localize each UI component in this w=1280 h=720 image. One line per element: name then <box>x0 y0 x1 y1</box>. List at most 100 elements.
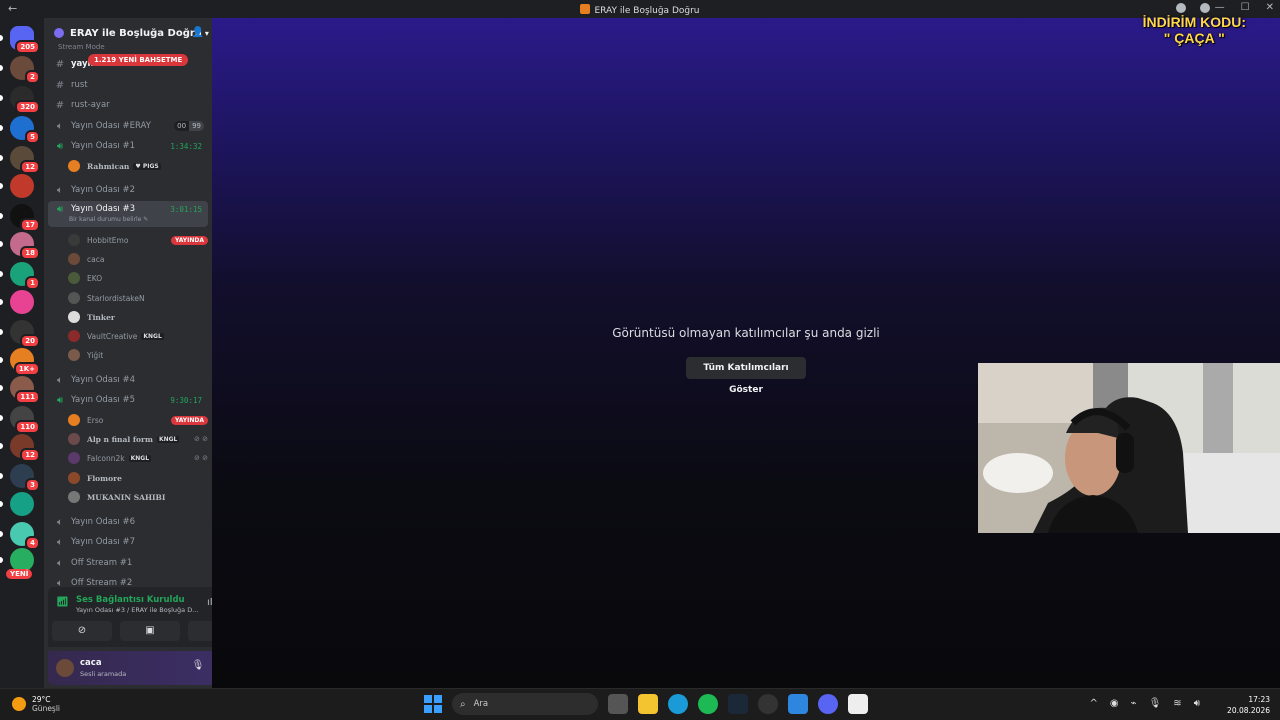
webcam-overlay <box>978 363 1280 533</box>
windows-start-icon[interactable] <box>424 695 442 713</box>
server-icon[interactable] <box>10 174 34 198</box>
add-member-icon[interactable]: 👤 <box>192 27 204 38</box>
microphone-icon[interactable]: 🎙︎ <box>1149 698 1162 709</box>
server-icon[interactable]: 3 <box>10 464 40 492</box>
file-explorer-icon[interactable] <box>638 694 658 714</box>
hashtag-icon: # <box>55 58 65 70</box>
avatar[interactable] <box>56 659 74 677</box>
voice-channel-1[interactable]: 🔊︎ Yayın Odası #1 1:34:32 <box>48 136 208 156</box>
voice-user[interactable]: Flomore <box>68 469 208 487</box>
voice-user[interactable]: Yiğit <box>68 346 208 364</box>
server-icon[interactable]: 5 <box>10 116 40 144</box>
avatar <box>68 253 80 265</box>
unread-indicator <box>0 65 3 71</box>
signal-icon: 📶︎ <box>56 597 69 608</box>
voice-channel-off-1[interactable]: 🔈︎ Off Stream #1 <box>48 553 208 573</box>
taskbar-clock[interactable]: 17:23 20.08.2026 <box>1227 694 1270 716</box>
voice-channel-6[interactable]: 🔈︎ Yayın Odası #6 <box>48 512 208 532</box>
minimize-icon[interactable]: — <box>1215 2 1225 13</box>
chevron-down-icon: ▾ <box>204 28 209 38</box>
channel-status[interactable]: Bir kanal durumu belirle ✎ <box>69 216 148 223</box>
voice-channel-7[interactable]: 🔈︎ Yayın Odası #7 <box>48 532 208 552</box>
live-badge: YAYINDA <box>170 235 208 245</box>
notepad-icon[interactable] <box>788 694 808 714</box>
server-icon[interactable] <box>10 492 34 516</box>
capcut-icon[interactable] <box>848 694 868 714</box>
channel-rust-ayar[interactable]: # rust-ayar <box>48 95 208 115</box>
user-controls: 🎙︎ 🎧︎ ⚙ <box>192 660 212 671</box>
server-icon[interactable]: 4 <box>10 522 40 550</box>
voice-user[interactable]: StarlordistakeN <box>68 289 208 307</box>
voice-channel-3[interactable]: 🔊︎ Yayın Odası #3 3:01:15 Bir kanal durumu … <box>48 201 208 227</box>
show-all-participants-button[interactable]: Tüm Katılımcıları Göster <box>686 357 806 395</box>
edge-icon[interactable] <box>668 694 688 714</box>
server-icon[interactable]: 1K+ <box>10 348 40 376</box>
speaker-icon: 🔊︎ <box>56 394 64 406</box>
server-icon[interactable] <box>10 290 34 314</box>
unread-indicator <box>0 473 3 479</box>
window-controls: — ☐ ✕ <box>1215 2 1274 13</box>
voice-user[interactable]: Erso YAYINDA <box>68 411 208 429</box>
unread-badge: 18 <box>20 246 40 260</box>
camera-off-button[interactable]: ⊘ <box>52 621 112 641</box>
taskbar-search[interactable]: ⌕ Ara <box>452 693 598 715</box>
microphone-icon[interactable]: 🎙︎ <box>192 660 205 671</box>
server-list: 205 2 320 5 12 17 18 1 20 1K+ 111 110 12 3 4 YENİ <box>0 18 44 688</box>
server-icon[interactable]: 111 <box>10 376 40 404</box>
voice-user[interactable]: Tinker <box>68 308 208 326</box>
voice-user[interactable]: EKO <box>68 269 208 287</box>
muted-icon: ⊘ ⊘ <box>194 454 208 462</box>
live-badge: YAYINDA <box>170 415 208 425</box>
server-icon[interactable]: 12 <box>10 146 40 174</box>
server-icon[interactable]: 1 <box>10 262 40 290</box>
voice-user[interactable]: Rahmican ♥ PIGS <box>68 157 208 175</box>
server-icon[interactable]: 17 <box>10 204 40 232</box>
unread-badge: 5 <box>25 130 40 144</box>
voice-user[interactable]: HobbitEmo YAYINDA <box>68 231 208 249</box>
maximize-icon[interactable]: ☐ <box>1241 2 1250 13</box>
steam-icon[interactable] <box>728 694 748 714</box>
voice-user[interactable]: Alp n final form KNGL ⊘ ⊘ <box>68 430 208 448</box>
server-icon[interactable]: 205 <box>10 26 40 54</box>
activities-button[interactable]: ⁘ <box>188 621 212 641</box>
inbox-icon[interactable] <box>1176 3 1186 13</box>
channel-rust[interactable]: # rust <box>48 75 208 95</box>
task-view-icon[interactable] <box>608 694 628 714</box>
server-icon[interactable]: 110 <box>10 406 40 434</box>
avatar <box>68 272 80 284</box>
spotify-icon[interactable] <box>698 694 718 714</box>
username[interactable]: caca <box>80 658 102 668</box>
unread-indicator <box>0 501 3 507</box>
unread-indicator <box>0 415 3 421</box>
voice-user[interactable]: VaultCreative KNGL <box>68 327 208 345</box>
channel-timer: 3:01:15 <box>170 205 202 214</box>
voice-user[interactable]: MUKANIN SAHIBI <box>68 488 208 506</box>
steam-tray-icon[interactable]: ◉ <box>1110 698 1119 709</box>
weather-widget[interactable]: 29°C Güneşli <box>12 695 60 713</box>
discord-icon[interactable] <box>818 694 838 714</box>
obs-icon[interactable] <box>758 694 778 714</box>
voice-channel-2[interactable]: 🔈︎ Yayın Odası #2 <box>48 180 208 200</box>
volume-icon[interactable]: 🔊︎ <box>1194 698 1200 709</box>
server-icon[interactable]: 12 <box>10 434 40 462</box>
server-icon[interactable]: 320 <box>10 86 40 114</box>
new-mentions-pill[interactable]: 1.219 YENİ BAHSETME <box>88 54 189 66</box>
server-icon[interactable]: 18 <box>10 232 40 260</box>
chevron-up-icon[interactable]: ^ <box>1089 698 1097 709</box>
voice-user[interactable]: caca <box>68 250 208 268</box>
taskbar-apps: ⌕ Ara <box>424 693 868 715</box>
screen-share-button[interactable]: ▣ <box>120 621 180 641</box>
voice-channel-eray[interactable]: 🔈︎ Yayın Odası #ERAY 00 99 <box>48 116 208 136</box>
wifi-icon[interactable]: ≋ <box>1173 698 1181 709</box>
unread-indicator <box>0 271 3 277</box>
new-servers-badge[interactable]: YENİ <box>6 569 33 579</box>
server-icon[interactable]: 2 <box>10 56 40 84</box>
voice-channel-4[interactable]: 🔈︎ Yayın Odası #4 <box>48 370 208 390</box>
network-icon[interactable]: ⌁ <box>1131 698 1137 709</box>
voice-user[interactable]: Falconn2k KNGL ⊘ ⊘ <box>68 449 208 467</box>
help-icon[interactable] <box>1200 3 1210 13</box>
server-icon[interactable]: 20 <box>10 320 40 348</box>
voice-channel-5[interactable]: 🔊︎ Yayın Odası #5 9:30:17 <box>48 390 208 410</box>
voice-status[interactable]: Ses Bağlantısı Kuruldu <box>76 595 185 605</box>
close-icon[interactable]: ✕ <box>1266 2 1274 13</box>
